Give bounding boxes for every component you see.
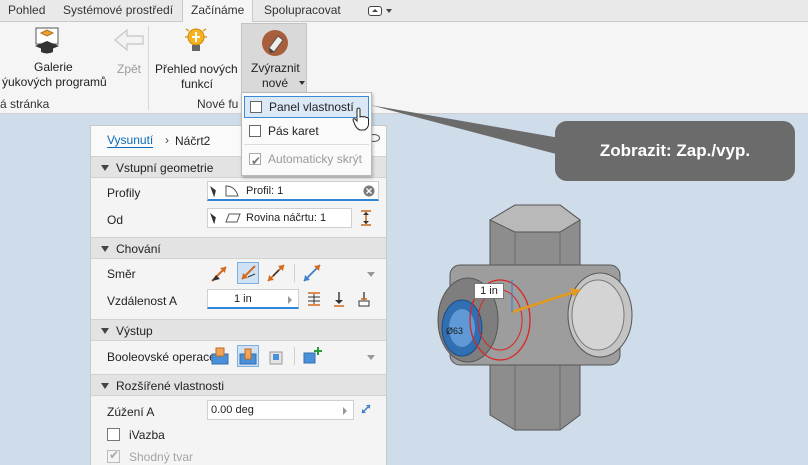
ivazba-label: iVazba — [129, 428, 165, 442]
new-solid-icon — [303, 347, 322, 364]
through-next-icon[interactable] — [333, 291, 345, 307]
direction-symmetric-icon — [267, 264, 285, 282]
taper-flip-icon[interactable] — [359, 402, 373, 416]
match-shape-checkbox[interactable]: ✔ — [107, 448, 120, 463]
select-cursor-icon — [210, 184, 218, 198]
back-button[interactable]: Zpět — [108, 22, 148, 96]
checkbox-unchecked-icon — [249, 125, 261, 137]
through-all-icon[interactable] — [357, 291, 371, 307]
ribbon-tab-bar: Pohled Systémové prostředí Začínáme Spol… — [0, 0, 808, 23]
boolean-intersect-icon — [269, 351, 283, 365]
boolean-dropdown-arrow-icon[interactable] — [367, 355, 375, 360]
taper-input[interactable]: 0.00 deg — [207, 400, 354, 420]
distance-to-icon[interactable] — [307, 291, 321, 307]
checkbox-unchecked-icon — [250, 101, 262, 113]
tutorial-gallery-button[interactable]: Galerie ýukových programů — [0, 22, 110, 96]
3d-part-model[interactable]: Ø63 — [420, 180, 650, 445]
tab-spolupracovat[interactable]: Spolupracovat — [256, 0, 349, 22]
from-selector[interactable]: Rovina náčrtu: 1 — [207, 208, 352, 228]
distance-input[interactable]: 1 in — [207, 289, 299, 309]
profiles-selector[interactable]: Profil: 1 — [207, 181, 379, 201]
direction-default-button[interactable] — [209, 262, 231, 284]
direction-asymmetric-icon — [303, 264, 321, 282]
distance-label: Vzdálenost A — [107, 294, 178, 308]
collapse-triangle-icon — [101, 383, 109, 389]
lightbulb-icon — [185, 28, 207, 51]
boolean-join-button[interactable] — [209, 345, 231, 367]
checkbox-checked-icon: ✔ — [249, 153, 262, 168]
sketch-plane-icon — [225, 213, 241, 223]
breadcrumb-current: Náčrt2 — [175, 134, 211, 148]
direction-dropdown-arrow-icon[interactable] — [367, 272, 375, 277]
taper-spin-arrow-icon[interactable] — [343, 407, 347, 415]
tab-zaciname[interactable]: Začínáme — [182, 0, 254, 23]
profiles-label: Profily — [107, 186, 141, 200]
callout-pointer — [370, 105, 560, 155]
direction-flipped-icon — [241, 265, 256, 280]
highlight-new-dropdown-menu: Panel vlastností Pás karet ✔ Automaticky… — [241, 92, 372, 176]
menu-item-ribbon[interactable]: Pás karet — [244, 121, 369, 143]
property-panel: Vysunutí › Náčrt2 Vstupní geometrie Prof… — [90, 125, 387, 465]
collapse-triangle-icon — [101, 246, 109, 252]
collapse-triangle-icon — [101, 165, 109, 171]
direction-default-icon — [211, 266, 227, 282]
breadcrumb-separator: › — [165, 133, 169, 147]
new-solid-button[interactable] — [301, 345, 323, 367]
callout-toggle-hint: Zobrazit: Zap./vyp. — [555, 121, 795, 181]
tab-pohled[interactable]: Pohled — [0, 0, 53, 22]
distance-spin-arrow-icon[interactable] — [288, 296, 292, 304]
breadcrumb-link-extrude[interactable]: Vysunutí — [107, 134, 154, 148]
graduation-cap-icon — [35, 27, 59, 54]
boolean-label: Booleovské operace — [107, 350, 216, 364]
clear-circle-icon[interactable] — [363, 185, 375, 197]
select-cursor-icon — [210, 211, 218, 225]
section-advanced[interactable]: Rozšířené vlastnosti — [91, 374, 386, 396]
menu-item-property-panel[interactable]: Panel vlastností — [244, 96, 369, 118]
direction-asymmetric-button[interactable] — [301, 262, 323, 284]
arrow-left-icon — [114, 28, 144, 52]
section-output[interactable]: Výstup — [91, 319, 386, 341]
boolean-join-icon — [211, 347, 229, 365]
boolean-cut-button[interactable] — [237, 345, 259, 367]
checkmark-icon: ✔ — [109, 448, 120, 462]
tab-systemove-prostredi[interactable]: Systémové prostředí — [55, 0, 181, 22]
profile-shape-icon — [225, 185, 239, 197]
direction-flipped-button[interactable] — [237, 262, 259, 284]
taper-label: Zúžení A — [107, 405, 155, 419]
collapse-triangle-icon — [101, 328, 109, 334]
eraser-pencil-icon — [262, 30, 288, 56]
boolean-cut-icon — [239, 348, 257, 365]
menu-item-auto-hide[interactable]: ✔ Automaticky skrýt — [244, 149, 369, 171]
new-features-button[interactable]: Přehled nových funkcí — [152, 22, 240, 96]
ribbon-panel-title-new: Nové fu — [197, 97, 239, 111]
boolean-intersect-button[interactable] — [265, 345, 287, 367]
section-behavior[interactable]: Chování — [91, 237, 386, 259]
direction-label: Směr — [107, 267, 136, 281]
highlight-new-button[interactable]: Zvýraznit nové — [241, 23, 307, 95]
svg-text:Ø63: Ø63 — [446, 326, 463, 336]
ivazba-checkbox[interactable] — [107, 428, 120, 441]
direction-symmetric-button[interactable] — [265, 262, 287, 284]
mouse-pointer-hand-icon — [352, 107, 369, 131]
ribbon-display-toggle-icon[interactable] — [368, 5, 394, 17]
match-shape-label: Shodný tvar — [129, 450, 194, 464]
from-label: Od — [107, 213, 124, 227]
ribbon-panel-title-home: á stránka — [0, 97, 50, 111]
chevron-down-icon — [299, 81, 305, 85]
flip-start-icon[interactable] — [359, 210, 373, 226]
distance-dimension-label[interactable]: 1 in — [474, 283, 504, 299]
